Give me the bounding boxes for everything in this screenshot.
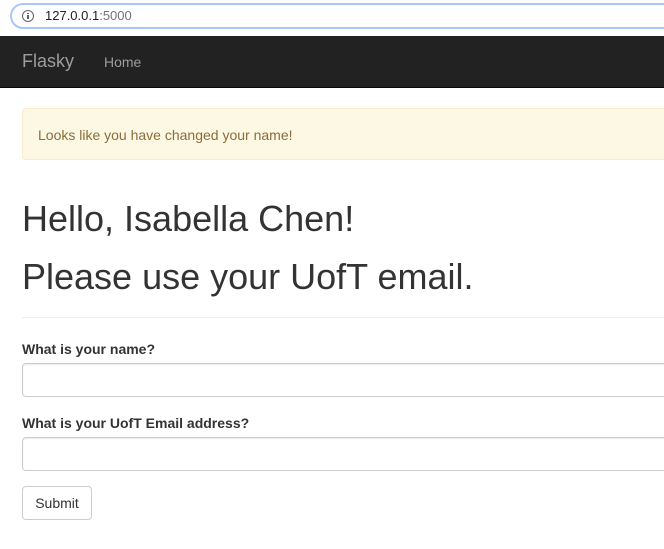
- page: 127.0.0.1:5000 Flasky Home Looks like yo…: [0, 0, 664, 549]
- navbar-brand[interactable]: Flasky: [22, 51, 74, 71]
- divider: [22, 317, 664, 318]
- url-host: 127.0.0.1: [45, 8, 100, 23]
- alert-message: Looks like you have changed your name!: [38, 127, 293, 143]
- url-port: :5000: [99, 8, 132, 23]
- info-icon[interactable]: [22, 10, 34, 22]
- url-bar[interactable]: 127.0.0.1:5000: [10, 3, 664, 29]
- submit-button[interactable]: Submit: [22, 486, 92, 520]
- name-label: What is your name?: [22, 341, 156, 357]
- email-label: What is your UofT Email address?: [22, 415, 250, 431]
- greeting-heading: Hello, Isabella Chen!: [22, 198, 355, 239]
- email-input[interactable]: [22, 437, 664, 471]
- navbar: Flasky Home: [0, 36, 664, 88]
- nav-link-home[interactable]: Home: [104, 53, 141, 71]
- alert-warning: Looks like you have changed your name!: [22, 108, 664, 160]
- url-text[interactable]: 127.0.0.1:5000: [45, 8, 132, 24]
- browser-address-bar: 127.0.0.1:5000: [0, 0, 664, 36]
- name-input[interactable]: [22, 363, 664, 397]
- instruction-heading: Please use your UofT email.: [22, 256, 474, 297]
